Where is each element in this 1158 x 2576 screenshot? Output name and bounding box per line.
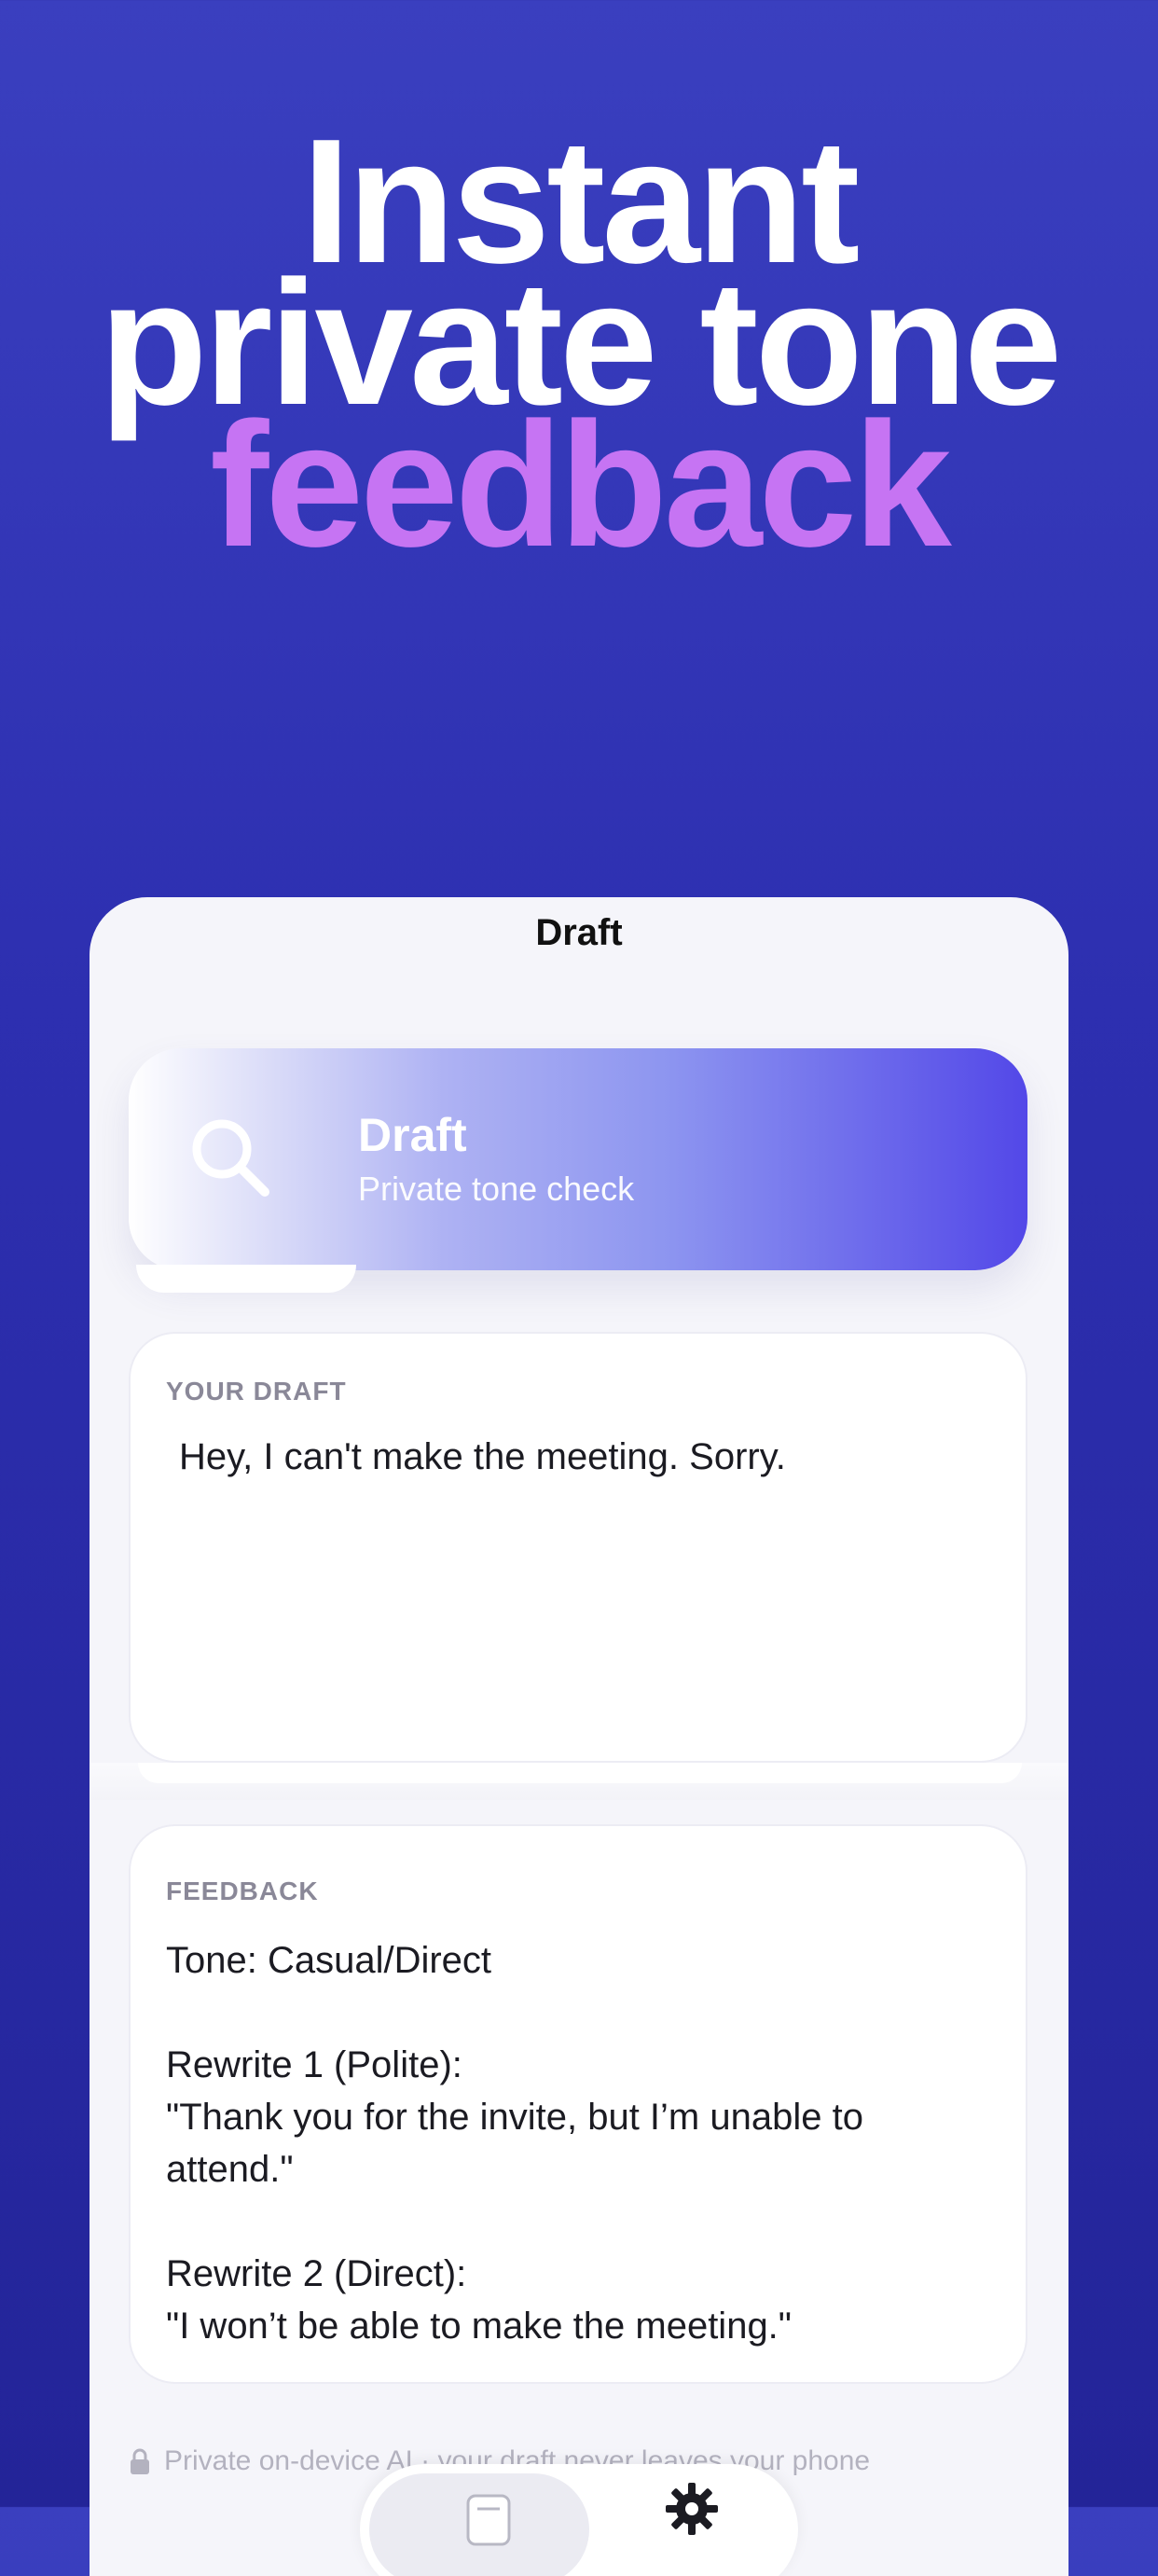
hero-subtitle: Private tone check [358,1170,635,1208]
hero-title: Draft [358,1109,467,1161]
draft-label: YOUR DRAFT [166,1377,347,1406]
document-icon [466,2494,511,2546]
nav-title: Draft [535,912,623,953]
tab-bar [360,2464,798,2576]
draft-text-input[interactable]: Hey, I can't make the meeting. Sorry. [179,1436,988,1478]
divider-tab [138,1763,1022,1783]
gear-icon[interactable] [664,2481,720,2537]
draft-card[interactable]: YOUR DRAFT Hey, I can't make the meeting… [129,1332,1027,1763]
feedback-label: FEEDBACK [166,1877,319,1905]
hero-card: Draft Private tone check [129,1048,1027,1270]
search-icon [192,1119,269,1197]
lock-icon [131,2448,149,2474]
headline: Instant private tone feedback [0,113,1158,574]
section-divider [90,1763,1068,1800]
tab-draft[interactable] [369,2473,589,2576]
feedback-body: Tone: Casual/Direct Rewrite 1 (Polite): … [166,1940,863,2347]
feedback-card: FEEDBACK Tone: Casual/Direct Rewrite 1 (… [129,1824,1027,2384]
app-screen: Draft Draft Private tone check YOUR DRAF… [90,897,1068,2576]
hero-card-tab [136,1265,356,1293]
